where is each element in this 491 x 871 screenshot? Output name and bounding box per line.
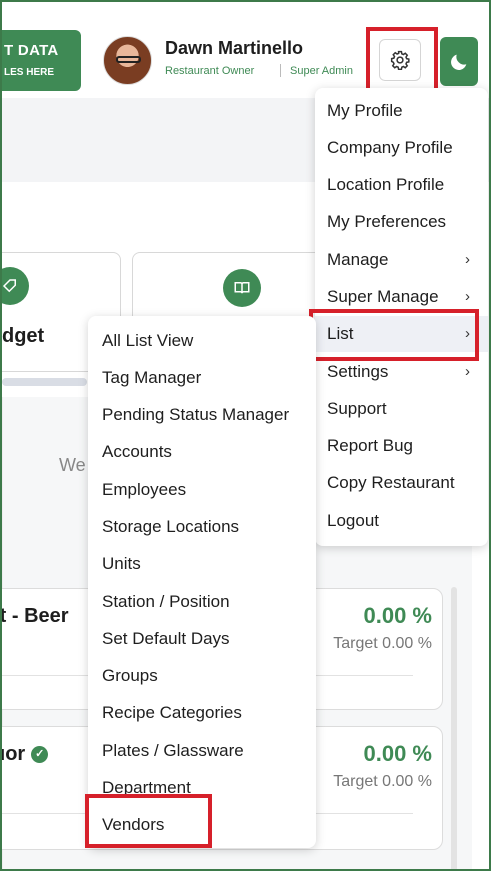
budget-tag-icon [2,267,29,305]
category-target: Target 0.00 % [333,635,432,652]
import-data-button[interactable]: T DATA LES HERE [2,30,81,91]
category-title: ft - Beer [0,605,69,627]
menu-item-label: Location Profile [327,175,445,194]
user-role: Restaurant Owner [165,65,255,77]
submenu-item-set-default-days[interactable]: Set Default Days [102,629,230,649]
list-highlight-box [309,309,479,361]
menu-item-company-profile[interactable]: Company Profile [315,131,488,165]
menu-item-label: Logout [327,511,379,530]
menu-item-report-bug[interactable]: Report Bug [315,429,488,463]
menu-item-location-profile[interactable]: Location Profile [315,168,488,202]
import-button-subtitle: LES HERE [4,67,55,78]
submenu-item-tag-manager[interactable]: Tag Manager [102,368,201,388]
welcome-text: We [59,455,86,475]
vertical-scrollbar[interactable] [451,587,457,869]
avatar[interactable] [103,36,152,85]
menu-item-label: Manage [327,250,389,269]
menu-item-manage[interactable]: Manage › [315,243,488,277]
submenu-item-all-list-view[interactable]: All List View [102,331,193,351]
menu-item-support[interactable]: Support [315,392,488,426]
budget-card-label: dget [2,325,45,347]
menu-item-label: Support [327,399,387,418]
submenu-item-employees[interactable]: Employees [102,480,186,500]
menu-item-label: Company Profile [327,138,453,157]
menu-item-my-profile[interactable]: My Profile [315,94,488,128]
category-percent: 0.00 % [363,603,433,628]
menu-item-label: Settings [327,362,389,381]
menu-item-label: Copy Restaurant [327,473,455,492]
menu-item-logout[interactable]: Logout [315,504,488,538]
vendors-highlight-box [85,794,212,848]
submenu-item-pending-status-manager[interactable]: Pending Status Manager [102,405,289,425]
book-icon [223,269,261,307]
submenu-item-storage-locations[interactable]: Storage Locations [102,517,239,537]
app-frame: T DATA LES HERE Dawn Martinello Restaura… [0,0,491,871]
settings-highlight-box [366,27,438,96]
theme-toggle-button[interactable] [440,37,478,86]
check-icon: ✓ [31,746,49,764]
category-percent: 0.00 % [363,741,433,766]
submenu-item-groups[interactable]: Groups [102,666,158,686]
submenu-item-recipe-categories[interactable]: Recipe Categories [102,703,242,723]
menu-item-label: Report Bug [327,436,413,455]
menu-item-my-preferences[interactable]: My Preferences [315,205,488,239]
category-title-wrap: uor ✓ [2,743,49,766]
chevron-right-icon: › [465,251,470,268]
moon-icon [451,54,467,70]
list-submenu: All List View Tag Manager Pending Status… [88,316,316,848]
import-button-title: T DATA [4,42,59,59]
category-title: uor [2,743,26,765]
menu-item-label: My Profile [327,101,403,120]
submenu-item-station-position[interactable]: Station / Position [102,592,230,612]
submenu-item-units[interactable]: Units [102,554,141,574]
role-separator [280,64,281,77]
submenu-item-plates-glassware[interactable]: Plates / Glassware [102,741,244,761]
horizontal-scrollbar[interactable] [2,378,87,386]
menu-item-copy-restaurant[interactable]: Copy Restaurant [315,466,488,500]
user-role-secondary: Super Admin [290,65,353,77]
submenu-item-accounts[interactable]: Accounts [102,442,172,462]
category-target: Target 0.00 % [333,773,432,790]
menu-item-label: Super Manage [327,287,439,306]
menu-item-label: My Preferences [327,212,447,231]
user-name: Dawn Martinello [165,38,304,58]
